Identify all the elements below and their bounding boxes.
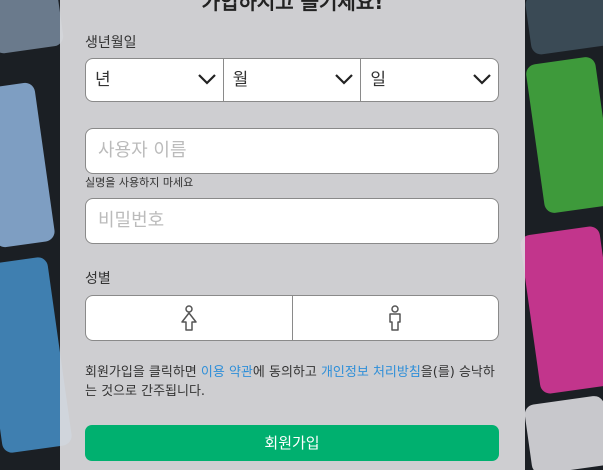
signup-panel: 가입하시고 즐기세요! 생년월일 년 월 일 사용자 이름 실명을 사용하지 마…: [60, 0, 525, 470]
year-select[interactable]: 년: [86, 59, 224, 101]
month-select[interactable]: 월: [224, 59, 362, 101]
bg-tile: [519, 225, 603, 395]
signup-button[interactable]: 회원가입: [85, 425, 499, 461]
gender-female-button[interactable]: [86, 296, 293, 340]
bg-tile: [0, 0, 65, 55]
terms-text-middle: 에 동의하고: [252, 365, 321, 380]
day-select-value: 일: [370, 70, 386, 90]
bg-tile: [524, 0, 603, 56]
username-hint: 실명을 사용하지 마세요: [85, 176, 194, 189]
day-select[interactable]: 일: [361, 59, 498, 101]
female-icon: [181, 305, 197, 331]
signup-headline: 가입하시고 즐기세요!: [201, 0, 384, 14]
male-icon: [389, 305, 401, 331]
birthday-select-row: 년 월 일: [85, 58, 499, 102]
month-select-value: 월: [232, 70, 249, 90]
privacy-policy-link[interactable]: 개인정보 처리방침: [321, 365, 421, 380]
terms-of-use-link[interactable]: 이용 약관: [201, 365, 253, 380]
bg-tile: [523, 394, 603, 470]
password-input[interactable]: 비밀번호: [85, 198, 499, 244]
bg-tile: [0, 81, 56, 249]
gender-label: 성별: [85, 271, 111, 287]
gender-selector: [85, 295, 499, 341]
terms-text-before: 회원가입을 클릭하면: [85, 365, 201, 380]
gender-male-button[interactable]: [293, 296, 499, 340]
terms-notice: 회원가입을 클릭하면 이용 약관에 동의하고 개인정보 처리방침을(를) 승낙하…: [85, 363, 499, 401]
username-input[interactable]: 사용자 이름: [85, 128, 499, 174]
bg-tile: [524, 55, 603, 215]
year-select-value: 년: [95, 70, 111, 90]
chevron-down-icon: [197, 74, 216, 85]
birthday-label: 생년월일: [85, 35, 137, 51]
chevron-down-icon: [335, 74, 354, 85]
chevron-down-icon: [473, 74, 491, 85]
